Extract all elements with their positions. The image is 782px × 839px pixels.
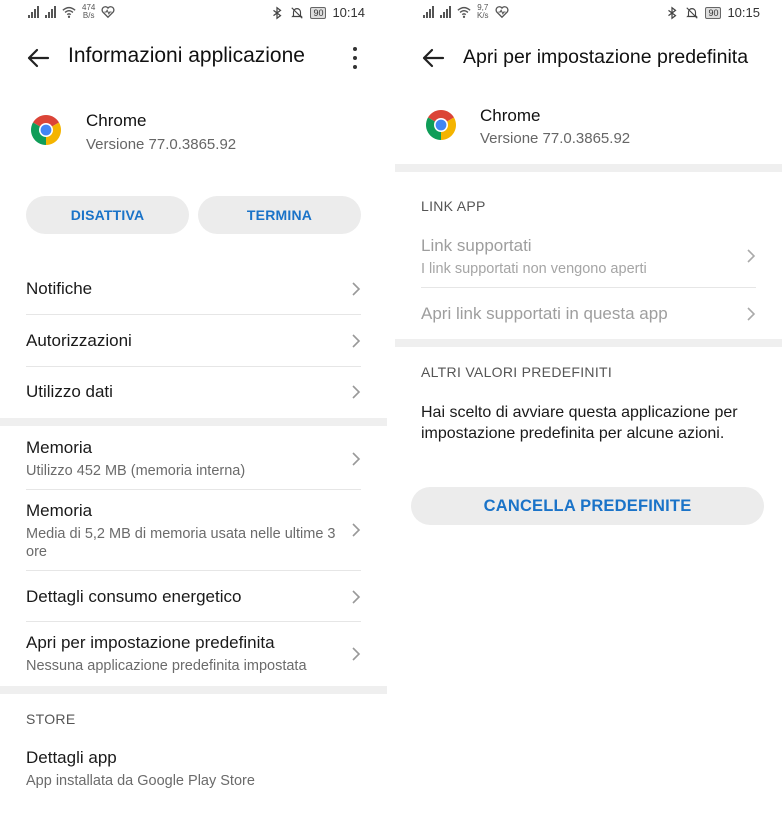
- toolbar: Apri per impostazione predefinita: [395, 30, 782, 86]
- screenshot-composite: 474 B/s 90 10:14 Informazioni applicazion…: [0, 0, 782, 839]
- supported-links-item[interactable]: Link supportati I link supportati non ve…: [421, 236, 756, 280]
- chevron-right-icon: [352, 334, 361, 348]
- signal-icon: [440, 6, 451, 18]
- signal-icon: [423, 6, 434, 18]
- permissions-item[interactable]: Autorizzazioni: [26, 331, 361, 353]
- status-bar: 474 B/s 90 10:14: [0, 0, 387, 28]
- health-icon: [101, 6, 115, 19]
- app-name: Chrome: [86, 111, 147, 130]
- app-links-section-header: LINK APP: [421, 198, 486, 214]
- disable-button[interactable]: DISATTIVA: [26, 196, 189, 234]
- item-title: Dettagli consumo energetico: [26, 587, 242, 606]
- chevron-right-icon: [352, 590, 361, 604]
- panel-gutter: [387, 0, 395, 839]
- section-separator: [395, 339, 782, 347]
- app-details-item[interactable]: Dettagli app App installata da Google Pl…: [26, 748, 361, 792]
- app-info-screen: 474 B/s 90 10:14 Informazioni applicazion…: [0, 0, 387, 839]
- battery-details-item[interactable]: Dettagli consumo energetico: [26, 587, 361, 609]
- storage-item[interactable]: Memoria Utilizzo 452 MB (memoria interna…: [26, 438, 361, 482]
- battery-icon: 90: [705, 6, 722, 19]
- section-separator: [395, 164, 782, 172]
- item-title: Memoria: [26, 438, 93, 457]
- clear-defaults-button[interactable]: CANCELLA PREDEFINITE: [411, 487, 764, 525]
- toolbar: Informazioni applicazione: [0, 30, 387, 86]
- chevron-right-icon: [352, 282, 361, 296]
- divider: [26, 366, 361, 367]
- chevron-right-icon: [747, 249, 756, 263]
- signal-icon: [45, 6, 56, 18]
- item-title: Notifiche: [26, 279, 93, 298]
- item-title: Link supportati: [421, 236, 532, 255]
- chrome-logo-icon: [31, 115, 61, 145]
- chevron-right-icon: [352, 385, 361, 399]
- clock: 10:15: [727, 5, 760, 20]
- item-subtitle: I link supportati non vengono aperti: [421, 261, 647, 277]
- item-subtitle: App installata da Google Play Store: [26, 773, 255, 789]
- section-separator: [0, 686, 387, 694]
- divider: [26, 621, 361, 622]
- item-title: Apri per impostazione predefinita: [26, 633, 275, 652]
- item-subtitle: Media di 5,2 MB di memoria usata nelle u…: [26, 526, 336, 560]
- chevron-right-icon: [352, 523, 361, 537]
- notifications-off-icon: [686, 6, 699, 19]
- wifi-icon: [62, 6, 76, 18]
- page-title: Informazioni applicazione: [68, 44, 305, 67]
- item-subtitle: Utilizzo 452 MB (memoria interna): [26, 463, 246, 479]
- app-version: Versione 77.0.3865.92: [86, 136, 237, 153]
- chevron-right-icon: [352, 452, 361, 466]
- status-bar: 9,7 K/s 90 10:15: [395, 0, 782, 28]
- app-name: Chrome: [480, 106, 541, 125]
- health-icon: [495, 6, 509, 19]
- clock: 10:14: [332, 5, 365, 20]
- defaults-description: Hai scelto di avviare questa applicazion…: [421, 404, 738, 442]
- other-defaults-section-header: ALTRI VALORI PREDEFINITI: [421, 364, 613, 380]
- notifications-off-icon: [291, 6, 304, 19]
- store-section-header: STORE: [26, 711, 76, 727]
- item-title: Dettagli app: [26, 748, 117, 767]
- item-title: Memoria: [26, 501, 93, 520]
- bluetooth-icon: [273, 6, 282, 19]
- divider: [26, 570, 361, 571]
- battery-icon: 90: [310, 6, 327, 19]
- item-subtitle: Nessuna applicazione predefinita imposta…: [26, 658, 307, 674]
- divider: [26, 489, 361, 490]
- item-title: Apri link supportati in questa app: [421, 304, 668, 323]
- force-stop-button[interactable]: TERMINA: [198, 196, 361, 234]
- more-vert-icon[interactable]: [345, 42, 365, 74]
- divider: [421, 287, 756, 288]
- arrow-left-icon[interactable]: [419, 44, 447, 72]
- section-separator: [0, 418, 387, 426]
- open-supported-links-item[interactable]: Apri link supportati in questa app: [421, 304, 756, 326]
- wifi-icon: [457, 6, 471, 18]
- network-speed: 474 B/s: [82, 3, 96, 20]
- item-title: Utilizzo dati: [26, 382, 113, 401]
- chevron-right-icon: [352, 647, 361, 661]
- notifications-item[interactable]: Notifiche: [26, 279, 361, 301]
- chrome-logo-icon: [426, 110, 456, 140]
- app-version: Versione 77.0.3865.92: [480, 130, 631, 147]
- data-usage-item[interactable]: Utilizzo dati: [26, 382, 361, 404]
- divider: [26, 314, 361, 315]
- signal-icon: [28, 6, 39, 18]
- page-title: Apri per impostazione predefinita: [463, 46, 749, 68]
- bluetooth-icon: [668, 6, 677, 19]
- item-title: Autorizzazioni: [26, 331, 132, 350]
- network-speed: 9,7 K/s: [477, 3, 489, 20]
- arrow-left-icon[interactable]: [24, 44, 52, 72]
- memory-item[interactable]: Memoria Media di 5,2 MB di memoria usata…: [26, 501, 361, 561]
- open-by-default-item[interactable]: Apri per impostazione predefinita Nessun…: [26, 633, 361, 677]
- open-by-default-screen: 9,7 K/s 90 10:15 Apri per impostazione pr…: [395, 0, 782, 839]
- chevron-right-icon: [747, 307, 756, 321]
